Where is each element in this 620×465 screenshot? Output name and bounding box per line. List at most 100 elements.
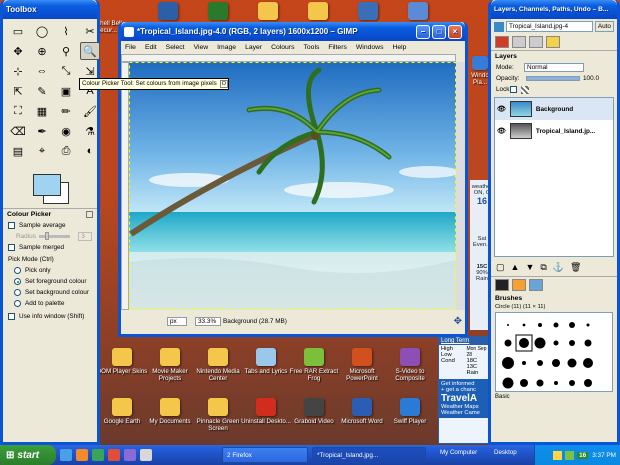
top-icon-2[interactable] bbox=[240, 2, 296, 22]
pick-mode-option[interactable]: Set background colour bbox=[3, 287, 97, 298]
pick-mode-radio[interactable] bbox=[14, 300, 21, 307]
minimize-button[interactable]: – bbox=[416, 24, 430, 39]
use-info-window-option[interactable]: Use info window (Shift) bbox=[3, 311, 97, 322]
sample-average-checkbox[interactable] bbox=[8, 222, 15, 229]
sample-merged-checkbox[interactable] bbox=[8, 244, 15, 251]
menu-windows[interactable]: Windows bbox=[356, 44, 384, 51]
tool-25-icon[interactable]: ⌖ bbox=[32, 142, 52, 160]
my-computer-toolbar[interactable]: My Computer bbox=[440, 449, 477, 456]
row1-icon-6[interactable]: S-Video to Composite bbox=[382, 348, 438, 382]
tool-23-icon[interactable]: ⚗ bbox=[80, 122, 100, 140]
ql-app3-icon[interactable] bbox=[124, 449, 136, 461]
pick-mode-radio[interactable] bbox=[14, 278, 21, 285]
mode-select[interactable]: Normal bbox=[524, 63, 584, 72]
menu-view[interactable]: View bbox=[194, 44, 209, 51]
tool-13-icon[interactable]: ✎ bbox=[32, 82, 52, 100]
foreground-color-swatch[interactable] bbox=[33, 174, 61, 196]
row2-icon-6[interactable]: Swiff Player bbox=[382, 398, 438, 425]
tab-brushes-icon[interactable] bbox=[495, 279, 509, 291]
unit-selector[interactable]: px bbox=[167, 316, 187, 326]
image-window-titlebar[interactable]: *Tropical_Island.jpg-4.0 (RGB, 2 layers)… bbox=[121, 22, 465, 41]
menu-file[interactable]: File bbox=[125, 44, 136, 51]
ql-app-icon[interactable] bbox=[92, 449, 104, 461]
menu-filters[interactable]: Filters bbox=[328, 44, 347, 51]
tool-19-icon[interactable]: 🖌 bbox=[80, 102, 100, 120]
tool-12-icon[interactable]: ⇱ bbox=[8, 82, 28, 100]
layer-visibility-icon[interactable]: 👁 bbox=[497, 127, 506, 135]
tool-24-icon[interactable]: ▤ bbox=[8, 142, 28, 160]
travel-ad[interactable]: Get informed + get a chanc TravelA Weath… bbox=[439, 379, 493, 418]
tool-1-icon[interactable]: ◯ bbox=[32, 22, 52, 40]
ql-app2-icon[interactable] bbox=[108, 449, 120, 461]
tropical-island-image[interactable] bbox=[129, 62, 459, 310]
pick-mode-radio[interactable] bbox=[14, 267, 21, 274]
tool-5-icon[interactable]: ⊕ bbox=[32, 42, 52, 60]
tool-18-icon[interactable]: ✏ bbox=[56, 102, 76, 120]
tool-20-icon[interactable]: ⌫ bbox=[8, 122, 28, 140]
tool-17-icon[interactable]: ▦ bbox=[32, 102, 52, 120]
layer-visibility-icon[interactable]: 👁 bbox=[497, 105, 506, 113]
pick-mode-option[interactable]: Add to palette bbox=[3, 298, 97, 309]
zoom-selector[interactable]: 33.3% bbox=[195, 316, 221, 326]
menu-layer[interactable]: Layer bbox=[245, 44, 262, 51]
close-button[interactable]: × bbox=[448, 24, 462, 39]
anchor-layer-icon[interactable]: ⚓ bbox=[553, 262, 564, 273]
tool-27-icon[interactable]: ◐ bbox=[80, 142, 100, 160]
ql-firefox-icon[interactable] bbox=[76, 449, 88, 461]
use-info-window-checkbox[interactable] bbox=[8, 313, 15, 320]
brush-previews[interactable] bbox=[496, 313, 608, 393]
tool-6-icon[interactable]: ⚲ bbox=[56, 42, 76, 60]
tool-26-icon[interactable]: ⎙ bbox=[56, 142, 76, 160]
tab-channels-icon[interactable] bbox=[512, 36, 526, 48]
tool-2-icon[interactable]: ⌇ bbox=[56, 22, 76, 40]
image-select[interactable]: Tropical_Island.jpg-4 bbox=[506, 21, 593, 32]
pick-mode-option[interactable]: Set foreground colour bbox=[3, 276, 97, 287]
vertical-ruler[interactable] bbox=[121, 62, 129, 310]
top-icon-4[interactable] bbox=[340, 2, 396, 22]
top-icon-3[interactable] bbox=[290, 2, 346, 22]
brush-grid[interactable] bbox=[495, 312, 613, 392]
lower-layer-icon[interactable]: ▼ bbox=[525, 262, 534, 273]
menu-edit[interactable]: Edit bbox=[145, 44, 157, 51]
menu-image[interactable]: Image bbox=[217, 44, 236, 51]
lock-alpha-icon[interactable] bbox=[521, 85, 529, 94]
menu-colours[interactable]: Colours bbox=[271, 44, 294, 51]
maximize-button[interactable]: □ bbox=[432, 24, 446, 39]
ql-ie-icon[interactable] bbox=[60, 449, 72, 461]
tool-22-icon[interactable]: ◉ bbox=[56, 122, 76, 140]
lock-pixels-checkbox[interactable] bbox=[510, 86, 517, 93]
sample-merged-option[interactable]: Sample merged bbox=[3, 242, 97, 253]
top-icon-5[interactable] bbox=[390, 2, 446, 22]
top-icon-0[interactable] bbox=[140, 2, 196, 22]
pick-mode-radio[interactable] bbox=[14, 289, 21, 296]
tool-0-icon[interactable]: ▭ bbox=[8, 22, 28, 40]
new-layer-icon[interactable]: ▢ bbox=[496, 262, 505, 273]
start-button[interactable]: ⊞ start bbox=[0, 445, 56, 465]
menu-help[interactable]: Help bbox=[392, 44, 406, 51]
tab-undo-icon[interactable] bbox=[546, 36, 560, 48]
fg-bg-colors[interactable] bbox=[31, 172, 73, 206]
sample-average-option[interactable]: Sample average bbox=[3, 220, 97, 231]
navigate-icon[interactable]: ✥ bbox=[454, 316, 462, 327]
vertical-scrollbar[interactable] bbox=[456, 62, 465, 310]
tab-paths-icon[interactable] bbox=[529, 36, 543, 48]
tray-weather-badge[interactable]: 16 bbox=[577, 451, 589, 459]
auto-button[interactable]: Auto bbox=[594, 21, 614, 32]
top-icon-1[interactable] bbox=[190, 2, 246, 22]
desktop-toolbar[interactable]: Desktop bbox=[494, 449, 517, 456]
tool-8-icon[interactable]: ⊹ bbox=[8, 62, 28, 80]
duplicate-layer-icon[interactable]: ⧉ bbox=[540, 262, 546, 273]
tool-21-icon[interactable]: ✒ bbox=[32, 122, 52, 140]
taskbar-item-firefox[interactable]: 2 Firefox bbox=[222, 447, 308, 463]
tool-9-icon[interactable]: ⇔ bbox=[32, 62, 52, 80]
radius-slider[interactable] bbox=[39, 232, 71, 240]
horizontal-ruler[interactable] bbox=[121, 54, 456, 62]
tool-16-icon[interactable]: ⛶ bbox=[8, 102, 28, 120]
layer-row[interactable]: 👁 Tropical_Island.jp... bbox=[495, 120, 613, 142]
menu-select[interactable]: Select bbox=[166, 44, 185, 51]
layers-dock-titlebar[interactable]: Layers, Channels, Paths, Undo – B... bbox=[491, 0, 617, 19]
layer-row[interactable]: 👁 Background bbox=[495, 98, 613, 120]
tool-14-icon[interactable]: ▣ bbox=[56, 82, 76, 100]
tab-layers-icon[interactable] bbox=[495, 36, 509, 48]
tab-gradients-icon[interactable] bbox=[529, 279, 543, 291]
